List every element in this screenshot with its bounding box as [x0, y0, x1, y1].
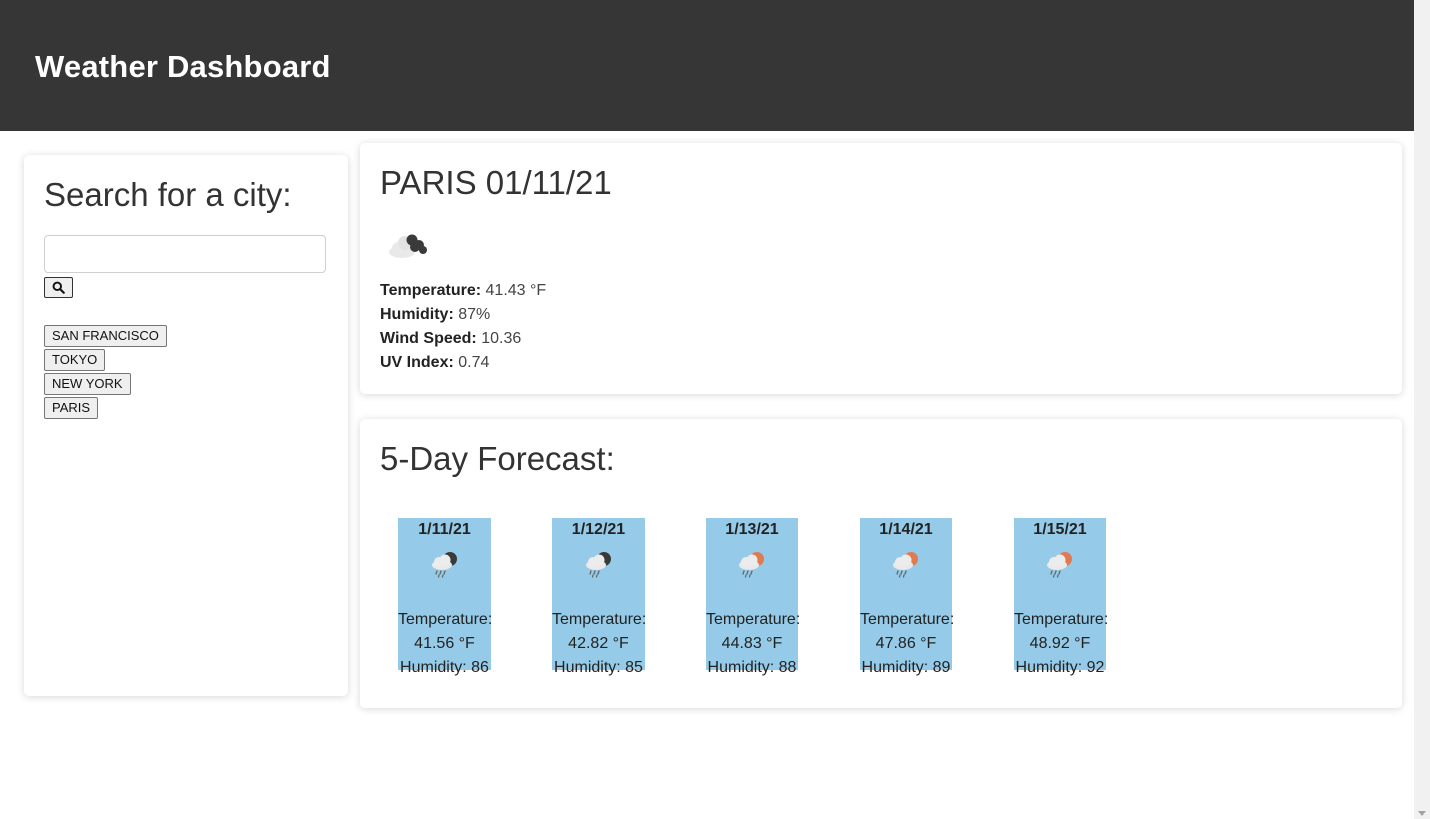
scroll-down-arrow-icon[interactable] — [1418, 811, 1426, 816]
uv-index-row: UV Index: 0.74 — [380, 351, 546, 375]
page-title: Weather Dashboard — [35, 49, 331, 84]
forecast-temperature-value: 44.83 °F — [721, 635, 783, 652]
vertical-scrollbar[interactable] — [1414, 0, 1430, 819]
search-icon — [52, 281, 65, 294]
wind-speed-value: 10.36 — [481, 330, 522, 347]
wind-speed-row: Wind Speed: 10.36 — [380, 327, 546, 351]
forecast-temperature-label: Temperature: — [398, 611, 493, 628]
humidity-value: 87% — [458, 306, 491, 323]
rain-day-icon — [1014, 542, 1106, 592]
forecast-temperature-value: 48.92 °F — [1029, 635, 1091, 652]
app-header: Weather Dashboard — [0, 0, 1414, 131]
forecast-temperature-value: 47.86 °F — [875, 635, 937, 652]
rain-night-icon — [552, 542, 645, 592]
current-weather-panel: PARIS 01/11/21 Temperature: 41.43 °F Hum… — [360, 143, 1402, 394]
search-button[interactable] — [44, 277, 73, 298]
search-history-list: SAN FRANCISCO TOKYO NEW YORK PARIS — [44, 325, 167, 421]
temperature-value: 41.43 °F — [485, 282, 547, 299]
forecast-humidity: Humidity: 86 — [400, 659, 489, 676]
forecast-date: 1/12/21 — [571, 521, 626, 538]
forecast-humidity: Humidity: 89 — [861, 659, 951, 676]
current-stats: Temperature: 41.43 °F Humidity: 87% Wind… — [380, 279, 546, 375]
history-city-button[interactable]: SAN FRANCISCO — [44, 325, 167, 347]
current-city-heading: PARIS 01/11/21 — [380, 164, 612, 201]
forecast-date: 1/14/21 — [879, 521, 933, 538]
forecast-temperature-value: 42.82 °F — [568, 635, 629, 652]
search-heading: Search for a city: — [44, 176, 292, 213]
forecast-day: 1/14/21 Temperature: 47.86 °F Humidity: … — [860, 518, 955, 676]
forecast-humidity: Humidity: 88 — [707, 659, 797, 676]
forecast-temperature-label: Temperature: — [860, 611, 955, 628]
wind-speed-label: Wind Speed: — [380, 330, 477, 347]
forecast-day: 1/15/21 Temperature: 48.92 °F Humidity: … — [1014, 518, 1109, 676]
forecast-temperature-label: Temperature: — [706, 611, 801, 628]
forecast-date: 1/15/21 — [1033, 521, 1087, 538]
forecast-humidity: Humidity: 92 — [1015, 659, 1105, 676]
forecast-date: 1/11/21 — [418, 521, 471, 538]
rain-night-icon — [398, 542, 491, 592]
forecast-humidity: Humidity: 85 — [554, 659, 643, 676]
forecast-date: 1/13/21 — [725, 521, 779, 538]
forecast-heading: 5-Day Forecast: — [380, 440, 615, 477]
forecast-temperature-label: Temperature: — [1014, 611, 1109, 628]
uv-index-label: UV Index: — [380, 354, 454, 371]
broken-clouds-icon — [386, 231, 430, 266]
forecast-temperature-value: 41.56 °F — [414, 635, 475, 652]
uv-index-value: 0.74 — [458, 354, 490, 371]
temperature-row: Temperature: 41.43 °F — [380, 279, 546, 303]
rain-day-icon — [860, 542, 952, 592]
humidity-label: Humidity: — [380, 306, 454, 323]
forecast-panel: 5-Day Forecast: 1/11/21 Temperature: 41.… — [360, 419, 1402, 708]
rain-day-icon — [706, 542, 798, 592]
humidity-row: Humidity: 87% — [380, 303, 546, 327]
forecast-temperature-label: Temperature: — [552, 611, 647, 628]
city-search-input[interactable] — [44, 235, 326, 273]
search-panel: Search for a city: SAN FRANCISCO TOKYO N… — [24, 155, 348, 696]
forecast-day: 1/13/21 Temperature: 44.83 °F Humidity: … — [706, 518, 801, 676]
history-city-button[interactable]: PARIS — [44, 397, 99, 419]
temperature-label: Temperature: — [380, 282, 482, 299]
history-city-button[interactable]: NEW YORK — [44, 373, 131, 395]
forecast-day: 1/11/21 Temperature: 41.56 °F Humidity: … — [398, 518, 493, 676]
forecast-day: 1/12/21 Temperature: 42.82 °F Humidity: … — [552, 518, 647, 676]
history-city-button[interactable]: TOKYO — [44, 349, 106, 371]
